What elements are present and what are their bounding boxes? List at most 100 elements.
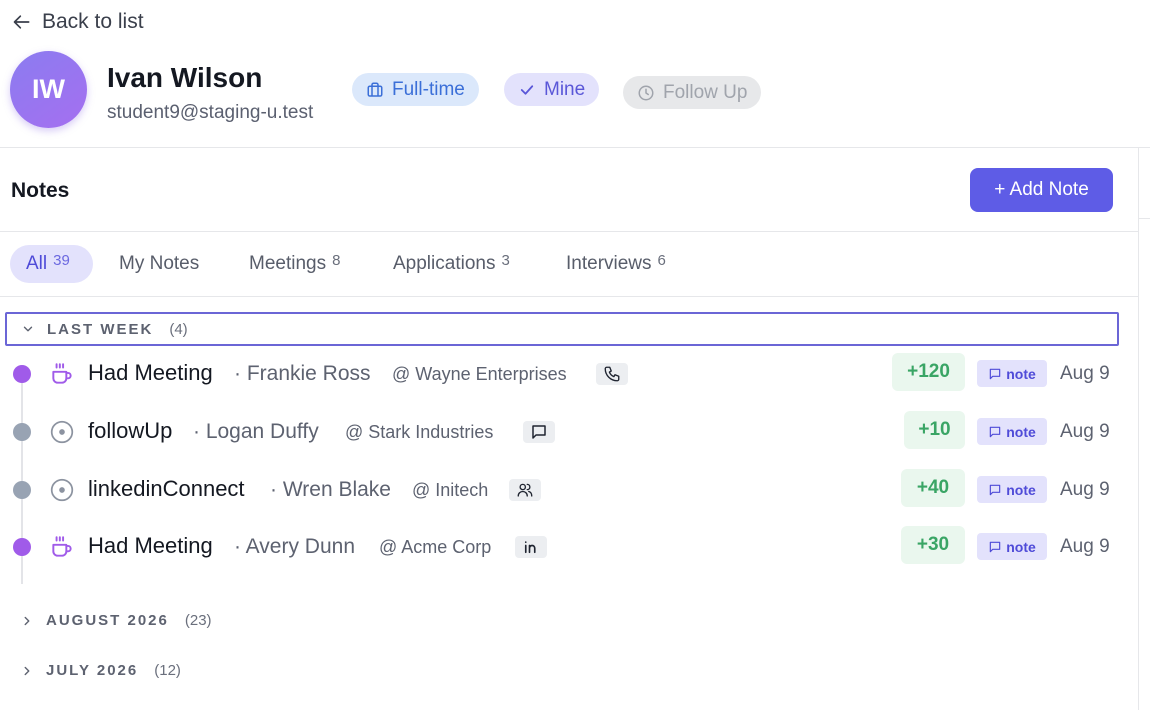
group-count: (12) [154, 662, 181, 679]
channel-badge [523, 421, 555, 443]
timeline-dot [13, 538, 31, 556]
profile-name: Ivan Wilson [107, 62, 263, 93]
panel-divider [1138, 148, 1139, 710]
avatar: IW [10, 51, 87, 128]
note-type-tag: note [977, 533, 1047, 560]
tab-label: Meetings [249, 253, 327, 274]
note-date: Aug 9 [1060, 479, 1110, 500]
users-icon [517, 483, 533, 497]
timeline-dot [13, 423, 31, 441]
note-title: Had Meeting [88, 360, 213, 385]
note-company: @ Wayne Enterprises [392, 364, 567, 384]
tab-count: 39 [53, 251, 70, 269]
group-header-july-2026[interactable]: JULY 2026 (12) [20, 662, 181, 679]
points-badge: +40 [901, 469, 965, 507]
message-square-icon [989, 484, 1001, 495]
tabs-divider [0, 296, 1138, 297]
tab-label: Interviews [566, 253, 652, 274]
tab-count: 6 [657, 251, 666, 269]
group-count: (23) [184, 612, 212, 629]
message-square-icon [989, 541, 1001, 552]
timeline-dot [13, 365, 31, 383]
check-icon [520, 84, 534, 95]
tab-meetings[interactable]: Meetings 8 [249, 245, 340, 283]
message-square-icon [989, 426, 1001, 437]
tab-interviews[interactable]: Interviews 6 [566, 245, 666, 283]
message-square-icon [989, 368, 1001, 379]
badge-label: Full-time [392, 78, 465, 100]
coffee-icon [52, 363, 72, 384]
note-row[interactable]: Had Meeting · Avery Dunn @ Acme Corp +30… [0, 526, 1138, 566]
chevron-right-icon [24, 666, 30, 675]
tab-my-notes[interactable]: My Notes [119, 245, 199, 283]
note-title: Had Meeting [88, 533, 213, 558]
tab-label: Applications [393, 253, 496, 274]
channel-badge [596, 363, 628, 385]
note-type-tag: note [977, 476, 1047, 503]
group-header-august-2026[interactable]: AUGUST 2026 (23) [20, 612, 212, 629]
note-contact[interactable]: · Logan Duffy [193, 420, 319, 444]
note-title: followUp [88, 418, 173, 443]
points-badge: +120 [892, 353, 965, 391]
points-badge: +30 [901, 526, 965, 564]
tab-count: 3 [501, 251, 510, 269]
note-date: Aug 9 [1060, 536, 1110, 557]
side-divider [1139, 218, 1150, 219]
note-company: @ Stark Industries [345, 422, 494, 442]
note-date: Aug 9 [1060, 363, 1110, 384]
note-contact[interactable]: · Wren Blake [270, 478, 391, 502]
tag-label: note [1006, 481, 1036, 498]
note-row[interactable]: Had Meeting · Frankie Ross @ Wayne Enter… [0, 353, 1138, 393]
target-icon [50, 420, 74, 444]
badge-full-time[interactable]: Full-time [352, 73, 479, 106]
note-contact[interactable]: · Frankie Ross [234, 362, 371, 386]
badge-mine[interactable]: Mine [504, 73, 600, 106]
header-divider [0, 147, 1150, 148]
arrow-left-icon [13, 15, 30, 29]
badge-label: Follow Up [663, 81, 748, 103]
note-row[interactable]: followUp · Logan Duffy @ Stark Industrie… [0, 411, 1138, 451]
tag-label: note [1006, 365, 1036, 382]
clock-icon [638, 85, 654, 100]
tab-label: All [26, 253, 48, 274]
note-type-tag: note [977, 360, 1047, 387]
channel-badge [509, 479, 541, 501]
group-label: JULY 2026 [46, 662, 139, 679]
note-contact[interactable]: · Avery Dunn [234, 535, 355, 559]
chevron-right-icon [24, 616, 30, 625]
tag-label: note [1006, 538, 1036, 555]
back-label: Back to list [42, 10, 144, 33]
note-company: @ Initech [412, 480, 489, 500]
note-type-tag: note [977, 418, 1047, 445]
note-company: @ Acme Corp [379, 537, 492, 557]
tab-all[interactable]: All 39 [10, 245, 93, 283]
badge-follow-up[interactable]: Follow Up [623, 76, 762, 109]
briefcase-icon [367, 82, 383, 97]
add-note-button[interactable]: + Add Note [970, 168, 1113, 212]
tag-label: note [1006, 423, 1036, 440]
message-icon [532, 425, 546, 439]
tab-applications[interactable]: Applications 3 [393, 245, 510, 283]
note-date: Aug 9 [1060, 421, 1110, 442]
chevron-down-icon [23, 326, 33, 332]
profile-email: student9@staging-u.test [107, 102, 314, 123]
phone-icon [604, 366, 620, 382]
notes-title: Notes [11, 179, 70, 202]
group-header-last-week[interactable]: LAST WEEK (4) [5, 312, 1119, 346]
linkedin-icon [524, 541, 536, 554]
coffee-icon [52, 536, 72, 557]
group-label: LAST WEEK [47, 320, 154, 338]
timeline-dot [13, 481, 31, 499]
note-row[interactable]: linkedinConnect · Wren Blake @ Initech +… [0, 469, 1138, 509]
group-count: (4) [169, 320, 188, 338]
group-label: AUGUST 2026 [46, 612, 169, 629]
target-icon [50, 478, 74, 502]
channel-badge [515, 536, 547, 558]
points-badge: +10 [904, 411, 965, 449]
badge-label: Mine [544, 78, 586, 100]
back-to-list-link[interactable]: Back to list [12, 10, 144, 34]
tab-label: My Notes [119, 253, 200, 274]
notes-divider [0, 231, 1138, 232]
tab-count: 8 [332, 251, 341, 269]
note-title: linkedinConnect [88, 476, 245, 501]
